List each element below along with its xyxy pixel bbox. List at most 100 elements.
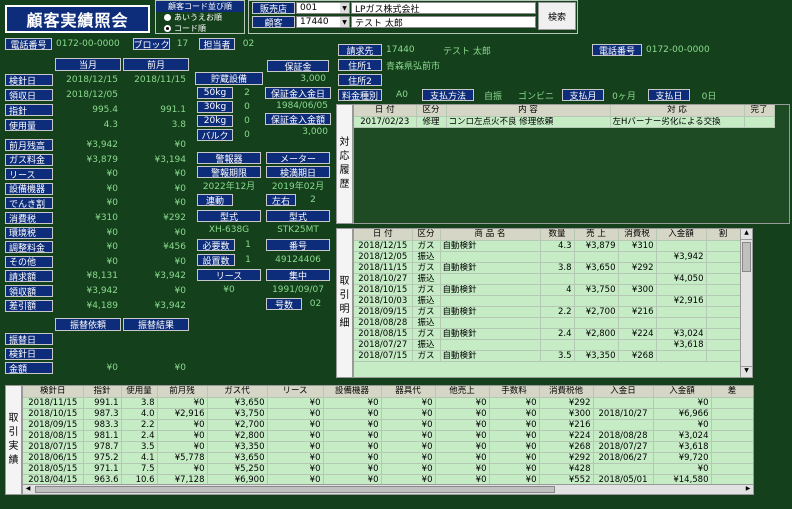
storage-row-label: バルク — [197, 129, 233, 141]
trans-cell-name: 自動検針 — [440, 284, 541, 296]
scroll-right-icon[interactable]: ▶ — [743, 485, 753, 494]
record-cell: ¥0 — [267, 408, 324, 420]
trans-cell-pay — [656, 317, 707, 329]
record-cell: 981.1 — [83, 430, 122, 442]
record-side-char: 実 — [8, 441, 19, 452]
record-row[interactable]: 2018/07/15 978.7 3.5 ¥0 ¥3,350 ¥0 ¥0 ¥0 ¥0 ¥0 ¥268… — [23, 441, 753, 453]
scroll-left-icon[interactable]: ◀ — [23, 485, 33, 494]
trans-cell-discount — [706, 317, 741, 329]
scroll-down-icon[interactable]: ▼ — [741, 366, 752, 377]
record-row[interactable]: 2018/08/15 981.1 2.4 ¥0 ¥2,800 ¥0 ¥0 ¥0 ¥0 ¥0 ¥224… — [23, 430, 753, 442]
trans-cell-tax: ¥268 — [618, 350, 657, 362]
trans-row[interactable]: 2018/10/15 ガス 自動検針 4 ¥3,750 ¥300 — [354, 284, 741, 296]
record-cell: ¥0 — [267, 463, 324, 475]
trans-row[interactable]: 2018/09/15 ガス 自動検針 2.2 ¥2,700 ¥216 — [354, 306, 741, 318]
transfer-request-button[interactable]: 振替依頼 — [55, 318, 121, 331]
storage-row-value: 2 — [244, 88, 250, 98]
charge-row-current: ¥0 — [106, 242, 118, 253]
record-row[interactable]: 2018/05/15 971.1 7.5 ¥0 ¥5,250 ¥0 ¥0 ¥0 ¥0 ¥0 ¥428… — [23, 463, 753, 475]
trans-scrollbar[interactable]: ▲ ▼ — [740, 229, 752, 377]
record-cell: ¥0 — [381, 408, 436, 420]
record-cell — [593, 463, 654, 475]
history-cell-content: コンロ左点火不良 修理依頼 — [446, 116, 611, 128]
record-cell: ¥0 — [323, 397, 382, 409]
sort-option-kana[interactable]: あいうえお順 — [156, 12, 244, 23]
record-cell: ¥0 — [323, 408, 382, 420]
record-cell: ¥0 — [323, 419, 382, 431]
storage-row-value: 0 — [244, 130, 250, 140]
record-cell: 991.1 — [83, 397, 122, 409]
trans-grid-area: 日 付 区分 商 品 名 数量 売 上 消費税 入金額 割 2018/12/15… — [353, 228, 753, 378]
charge-row-previous: ¥0 — [174, 227, 186, 238]
trans-row[interactable]: 2018/10/03 振込 ¥2,916 — [354, 295, 741, 307]
phone-label: 電話番号 — [5, 38, 52, 50]
gasmeter-type-label: 型式 — [266, 210, 330, 222]
trans-row[interactable]: 2018/11/15 ガス 自動検針 3.8 ¥3,650 ¥292 — [354, 262, 741, 274]
storage-header: 貯蔵設備 — [195, 72, 263, 85]
block-value: 17 — [176, 39, 189, 49]
record-cell: 2018/10/15 — [23, 408, 84, 420]
history-cell-kind: 修理 — [416, 116, 447, 128]
trans-cell-qty: 3.8 — [540, 262, 575, 274]
gasmeter-side-label: 左右 — [266, 194, 296, 206]
trans-col-discount: 割 — [706, 229, 741, 241]
record-row[interactable]: 2018/06/15 975.2 4.1 ¥5,778 ¥3,650 ¥0 ¥0 ¥0 ¥0 ¥0… — [23, 452, 753, 464]
record-cell: 2018/08/15 — [23, 430, 84, 442]
trans-row[interactable]: 2018/10/27 振込 ¥4,050 — [354, 273, 741, 285]
record-row[interactable]: 2018/09/15 983.3 2.2 ¥0 ¥2,700 ¥0 ¥0 ¥0 ¥0 ¥0 ¥216… — [23, 419, 753, 431]
trans-cell-kind: 振込 — [412, 273, 441, 285]
deposit-in-date: 1984/06/05 — [276, 100, 328, 111]
alarm-type-label: 型式 — [197, 210, 261, 222]
trans-row[interactable]: 2018/07/15 ガス 自動検針 3.5 ¥3,350 ¥268 — [354, 350, 741, 362]
trans-cell-sales: ¥3,750 — [574, 284, 619, 296]
trans-cell-pay — [656, 306, 707, 318]
sort-option-code[interactable]: コード順 — [156, 23, 244, 34]
trans-cell-pay: ¥2,916 — [656, 295, 707, 307]
staff-value: 02 — [242, 39, 255, 49]
trans-cell-discount — [706, 273, 741, 285]
trans-row[interactable]: 2018/12/05 振込 ¥3,942 — [354, 251, 741, 263]
charge-row-current: ¥0 — [106, 256, 118, 267]
trans-row[interactable]: 2018/12/15 ガス 自動検針 4.3 ¥3,879 ¥310 — [354, 240, 741, 252]
billing-to-code: 17440 — [386, 45, 415, 55]
record-cell: ¥0 — [381, 452, 436, 464]
search-button[interactable]: 検索 — [538, 2, 576, 30]
trans-cell-name — [440, 295, 541, 307]
transfer-result-button[interactable]: 振替結果 — [123, 318, 189, 331]
record-row[interactable]: 2018/11/15 991.1 3.8 ¥0 ¥3,650 ¥0 ¥0 ¥0 ¥0 ¥0 ¥292… — [23, 397, 753, 409]
customer-code-select[interactable]: 17440 ▼ — [296, 16, 350, 28]
trans-row[interactable]: 2018/08/15 ガス 自動検針 2.4 ¥2,800 ¥224 ¥3,024 — [354, 328, 741, 340]
record-hscrollbar[interactable]: ◀ ▶ — [23, 484, 753, 494]
dealer-name-field[interactable]: LPガス株式会社 — [351, 2, 536, 14]
trans-cell-tax: ¥216 — [618, 306, 657, 318]
record-cell: ¥0 — [489, 463, 540, 475]
record-row[interactable]: 2018/10/15 987.3 4.0 ¥2,916 ¥3,750 ¥0 ¥0 ¥0 ¥0 ¥0… — [23, 408, 753, 420]
block-label: ブロック — [133, 38, 170, 50]
dealer-code-select[interactable]: 001 ▼ — [296, 2, 350, 14]
record-header-row: 検針日 指針 使用量 前月残 ガス代 リース 設備機器 器具代 他売上 手数料 消費税他 入金日 入金額… — [23, 386, 753, 398]
alarm-link-button[interactable]: 連動 — [197, 194, 233, 206]
record-col-header: 器具代 — [381, 386, 436, 398]
trans-cell-sales — [574, 339, 619, 351]
sort-option-kana-label: あいうえお順 — [174, 13, 222, 22]
scroll-hthumb[interactable] — [35, 486, 555, 493]
record-cell — [711, 452, 753, 464]
page-title: 顧客実績照会 — [26, 11, 129, 30]
trans-cell-pay: ¥3,618 — [656, 339, 707, 351]
alarm-qty-value: 1 — [245, 240, 251, 250]
trans-row[interactable]: 2018/07/27 振込 ¥3,618 — [354, 339, 741, 351]
customer-name-field[interactable]: テスト 太郎 — [351, 16, 536, 28]
record-cell: ¥0 — [435, 441, 490, 453]
trans-row[interactable]: 2018/08/28 振込 — [354, 317, 741, 329]
charge-row-label: ガス料金 — [5, 153, 53, 166]
trans-cell-name: 自動検針 — [440, 306, 541, 318]
trans-cell-discount — [706, 240, 741, 252]
history-row[interactable]: 2017/02/23 修理 コンロ左点火不良 修理依頼 左Hバーナー劣化による交換 — [354, 116, 775, 128]
scroll-up-icon[interactable]: ▲ — [741, 229, 752, 240]
record-cell: 2018/11/15 — [23, 397, 84, 409]
transfer-row-label: 振替日 — [5, 333, 53, 345]
record-cell: 4.0 — [121, 408, 158, 420]
record-col-header: 検針日 — [23, 386, 84, 398]
scroll-thumb[interactable] — [742, 242, 751, 272]
trans-cell-pay — [656, 284, 707, 296]
